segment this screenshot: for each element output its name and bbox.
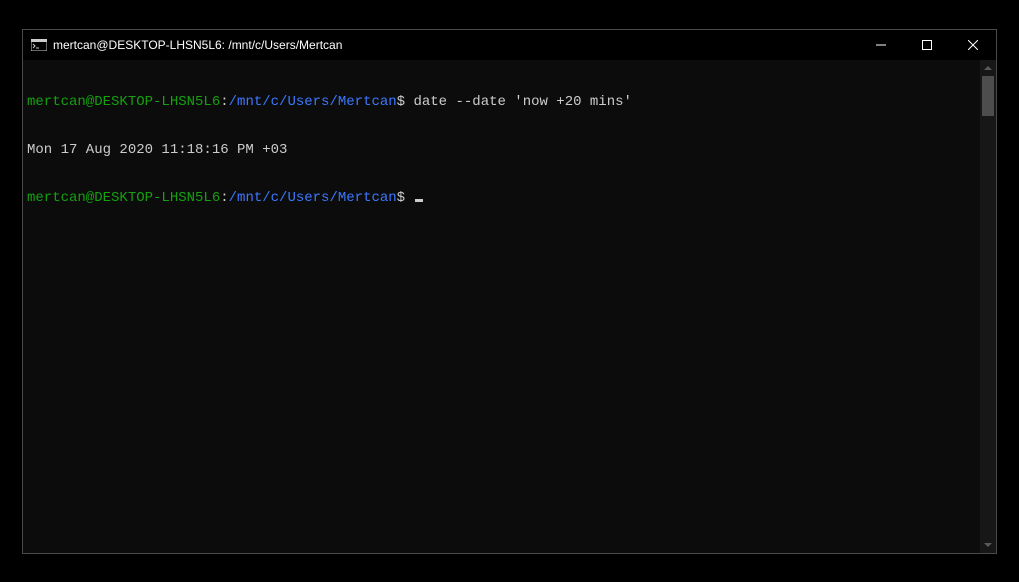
- prompt-path: /mnt/c/Users/Mertcan: [229, 190, 397, 206]
- vertical-scrollbar[interactable]: [980, 60, 996, 553]
- command-input[interactable]: [405, 190, 423, 206]
- terminal-window: mertcan@DESKTOP-LHSN5L6: /mnt/c/Users/Me…: [22, 29, 997, 554]
- cursor-icon: [415, 199, 423, 202]
- scroll-down-button[interactable]: [980, 537, 996, 553]
- titlebar[interactable]: mertcan@DESKTOP-LHSN5L6: /mnt/c/Users/Me…: [23, 30, 996, 60]
- window-title: mertcan@DESKTOP-LHSN5L6: /mnt/c/Users/Me…: [53, 38, 342, 52]
- terminal-line: mertcan@DESKTOP-LHSN5L6:/mnt/c/Users/Mer…: [27, 190, 976, 206]
- terminal-output-area[interactable]: mertcan@DESKTOP-LHSN5L6:/mnt/c/Users/Mer…: [23, 60, 980, 553]
- prompt-path: /mnt/c/Users/Mertcan: [229, 94, 397, 110]
- close-button[interactable]: [950, 30, 996, 60]
- minimize-button[interactable]: [858, 30, 904, 60]
- command-text: date --date 'now +20 mins': [405, 94, 632, 110]
- terminal-body: mertcan@DESKTOP-LHSN5L6:/mnt/c/Users/Mer…: [23, 60, 996, 553]
- output-line: Mon 17 Aug 2020 11:18:16 PM +03: [27, 142, 976, 158]
- prompt-user-host: mertcan@DESKTOP-LHSN5L6: [27, 94, 220, 110]
- terminal-line: mertcan@DESKTOP-LHSN5L6:/mnt/c/Users/Mer…: [27, 94, 976, 110]
- terminal-app-icon: [31, 37, 47, 53]
- prompt-symbol: $: [397, 94, 405, 110]
- scrollbar-thumb[interactable]: [982, 76, 994, 116]
- scroll-up-button[interactable]: [980, 60, 996, 76]
- prompt-separator: :: [220, 94, 228, 110]
- window-controls: [858, 30, 996, 60]
- maximize-button[interactable]: [904, 30, 950, 60]
- scrollbar-track[interactable]: [980, 76, 996, 537]
- prompt-symbol: $: [397, 190, 405, 206]
- prompt-user-host: mertcan@DESKTOP-LHSN5L6: [27, 190, 220, 206]
- prompt-separator: :: [220, 190, 228, 206]
